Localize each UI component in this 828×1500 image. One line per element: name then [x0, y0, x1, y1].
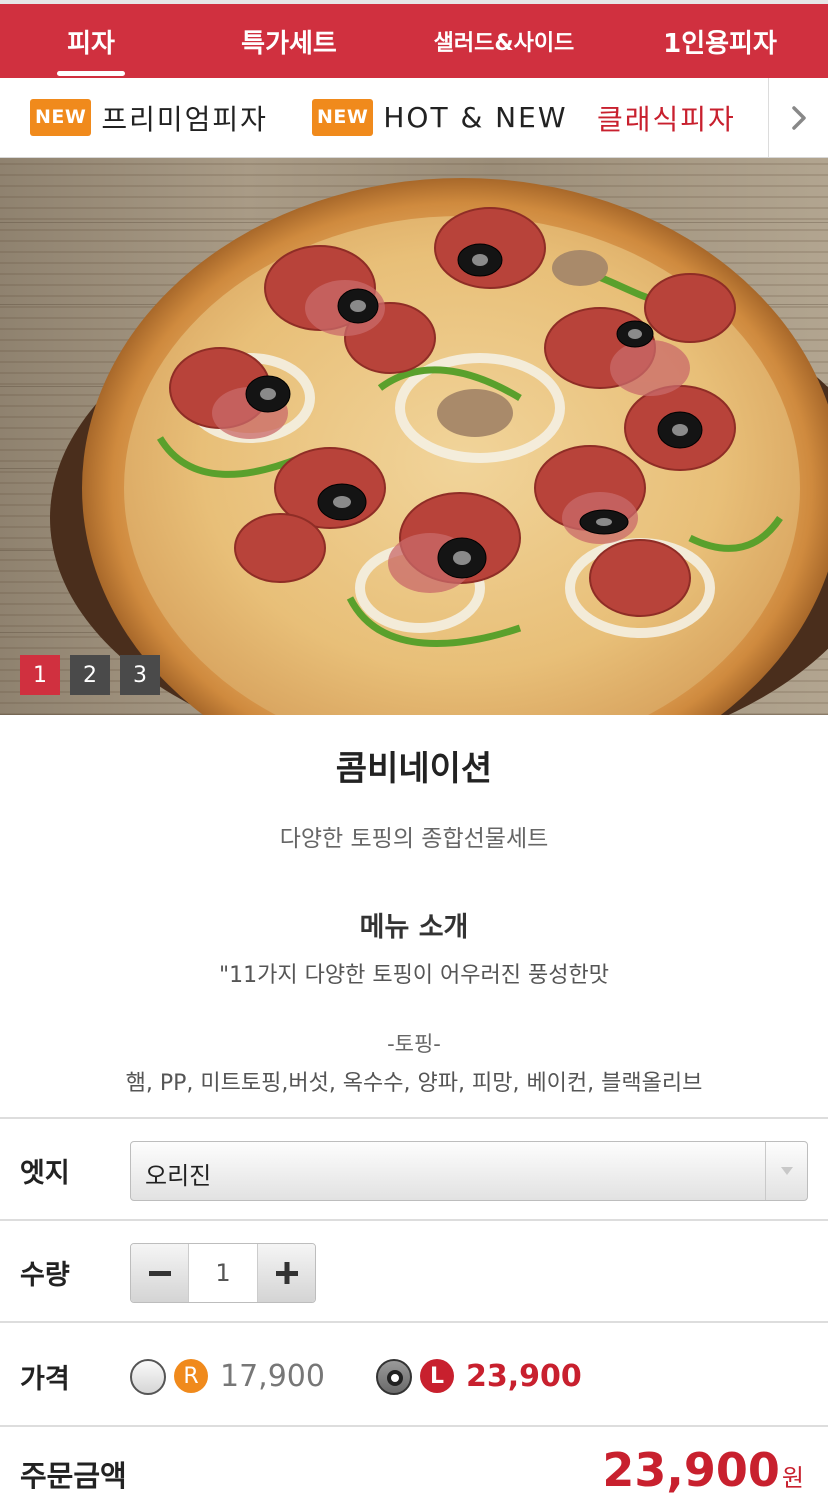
pizza-image	[50, 178, 828, 715]
toppings-heading: -토핑-	[387, 1032, 441, 1056]
active-tab-indicator	[57, 71, 125, 76]
tab-label: 샐러드&사이드	[433, 31, 575, 56]
tab-pizza[interactable]: 피자	[0, 4, 182, 78]
pager-dot-2[interactable]: 2	[70, 655, 110, 695]
price-label: 가격	[20, 1364, 70, 1395]
order-total-amount: 23,900	[602, 1443, 780, 1497]
minus-icon	[148, 1271, 171, 1276]
quantity-row: 수량 1	[0, 1219, 828, 1321]
order-total-label: 주문금액	[20, 1459, 127, 1493]
product-image-carousel[interactable]: 1 2 3	[0, 158, 828, 715]
menu-intro-heading: 메뉴 소개	[359, 912, 469, 943]
product-description: 다양한 토핑의 종합선물세트	[279, 826, 549, 852]
new-badge: NEW	[312, 99, 374, 136]
pager-dot-3[interactable]: 3	[120, 655, 160, 695]
plus-icon	[275, 1262, 298, 1284]
next-category-button[interactable]	[768, 78, 828, 157]
edge-select[interactable]: 오리진	[130, 1141, 808, 1201]
subcat-premium-pizza[interactable]: NEW 프리미엄피자	[30, 78, 268, 158]
subcat-label: 프리미엄피자	[101, 102, 268, 136]
pager-dot-1[interactable]: 1	[20, 655, 60, 695]
size-regular-badge: R	[174, 1359, 208, 1393]
quantity-stepper: 1	[130, 1243, 316, 1303]
tab-single-pizza[interactable]: 1인용피자	[612, 4, 828, 78]
currency-unit: 원	[781, 1464, 804, 1492]
tab-special-set[interactable]: 특가세트	[182, 4, 396, 78]
increase-button[interactable]	[258, 1244, 315, 1302]
tab-salad-side[interactable]: 샐러드&사이드	[396, 4, 612, 78]
toppings-list: 햄, PP, 미트토핑,버섯, 옥수수, 양파, 피망, 베이컨, 블랙올리브	[125, 1071, 703, 1096]
tab-label: 1인용피자	[663, 28, 777, 59]
regular-price: 17,900	[220, 1359, 325, 1394]
order-total-row: 주문금액 23,900원	[0, 1425, 828, 1500]
subcat-hot-new[interactable]: NEW HOT & NEW	[312, 78, 568, 158]
new-badge: NEW	[30, 99, 92, 136]
tab-label: 특가세트	[241, 28, 337, 59]
carousel-pager: 1 2 3	[20, 655, 160, 695]
top-category-tabs: 피자 특가세트 샐러드&사이드 1인용피자	[0, 0, 828, 78]
large-price: 23,900	[466, 1359, 582, 1394]
order-total: 23,900원	[602, 1443, 804, 1497]
subcat-classic-pizza[interactable]: 클래식피자	[597, 78, 736, 158]
edge-option-row: 엣지 오리진	[0, 1117, 828, 1219]
subcat-label: HOT & NEW	[383, 101, 568, 134]
size-regular-radio[interactable]	[130, 1359, 166, 1395]
decrease-button[interactable]	[131, 1244, 188, 1302]
chevron-right-icon	[791, 105, 806, 130]
product-name: 콤비네이션	[335, 749, 493, 789]
price-row: 가격 R 17,900 L 23,900	[0, 1321, 828, 1425]
edge-label: 엣지	[20, 1158, 70, 1189]
subcat-label: 클래식피자	[597, 102, 736, 136]
menu-intro-text: "11가지 다양한 토핑이 어우러진 풍성한맛	[219, 963, 609, 988]
tab-label: 피자	[67, 28, 115, 59]
quantity-label: 수량	[20, 1260, 70, 1291]
size-large-radio[interactable]	[376, 1359, 412, 1395]
dropdown-arrow-icon	[765, 1142, 807, 1200]
size-large-badge: L	[420, 1359, 454, 1393]
edge-selected-value: 오리진	[145, 1162, 212, 1190]
sub-category-bar: NEW 프리미엄피자 NEW HOT & NEW 클래식피자	[0, 78, 828, 158]
quantity-value[interactable]: 1	[188, 1244, 258, 1302]
